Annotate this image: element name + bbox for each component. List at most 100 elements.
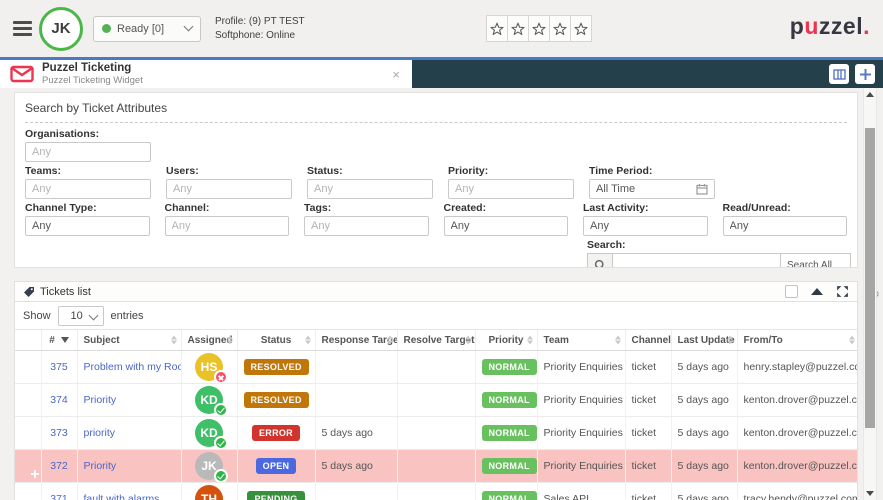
user-avatar[interactable]: JK [39,7,83,51]
star-icon [490,22,504,36]
column-header[interactable]: From/To [737,330,858,351]
filter-input[interactable] [311,220,422,232]
column-header[interactable]: Channel [625,330,671,351]
scroll-up-button[interactable] [864,88,876,101]
filter-field: Status: [307,162,433,199]
ticket-id-link[interactable]: 373 [50,427,68,439]
filter-field: Priority: [448,162,574,199]
star-rating-button[interactable] [486,15,508,42]
channel-cell: ticket [625,450,671,483]
sort-icon [727,336,733,345]
filter-input[interactable] [596,183,696,195]
column-header[interactable]: Subject [77,330,181,351]
filter-input[interactable] [590,220,701,232]
filter-input[interactable] [451,220,562,232]
column-header-label: Subject [84,335,120,346]
ticket-subject-link[interactable]: priority [84,427,116,439]
star-rating-button[interactable] [570,15,592,42]
filter-field: Last Activity: [583,199,708,236]
filter-input[interactable] [173,183,285,195]
filter-field-box [165,216,290,236]
filter-field-label: Last Activity: [583,202,708,214]
select-all-checkbox[interactable] [785,285,798,298]
ticket-subject-link[interactable]: Problem with my Roof [84,361,182,373]
vertical-scrollbar[interactable] [863,88,877,500]
filter-field-box [307,179,433,199]
resolve-target-cell [397,483,475,500]
split-view-button[interactable] [829,64,849,84]
status-badge: PENDING [247,491,304,500]
ticket-subject-link[interactable]: Priority [84,460,117,472]
scroll-down-button[interactable] [864,487,876,500]
expand-fullscreen-icon[interactable] [836,285,849,298]
star-rating-button[interactable] [549,15,571,42]
from-to-cell: kenton.drover@puzzel.com [737,417,858,450]
page-size-select[interactable]: 10 [58,306,104,326]
column-header[interactable]: Priority [475,330,537,351]
agent-status-dropdown[interactable]: Ready [0] [93,16,201,42]
channel-cell: ticket [625,483,671,500]
tab-title: Puzzel Ticketing [42,62,390,75]
channel-cell: ticket [625,417,671,450]
star-rating-button[interactable] [507,15,529,42]
column-header[interactable]: Response Target [315,330,397,351]
last-update-cell: 5 days ago [671,351,737,384]
search-scope-dropdown[interactable]: Search All [781,253,851,268]
ticket-id-link[interactable]: 372 [50,460,68,472]
column-header[interactable]: Team [537,330,625,351]
from-to-cell: tracy.hendy@puzzel.com [737,483,858,500]
ticket-id-link[interactable]: 375 [50,361,68,373]
filter-row: Organisations: [25,125,847,162]
resolve-target-cell [397,417,475,450]
star-rating-button[interactable] [528,15,550,42]
priority-badge: NORMAL [482,359,537,375]
filter-input[interactable] [32,183,144,195]
search-label: Search: [587,239,851,251]
hamburger-menu-icon[interactable] [13,21,32,36]
ticket-subject-link[interactable]: Priority [84,394,117,406]
column-header[interactable]: Status [237,330,315,351]
ticket-row: 374 Priority KD RESOLVED NORMAL Priority… [15,384,858,417]
column-header[interactable]: Assigned [181,330,237,351]
sort-icon [387,336,393,345]
ticket-id-link[interactable]: 374 [50,394,68,406]
scrollbar-thumb[interactable] [865,128,875,428]
ticket-id-link[interactable]: 371 [50,493,68,500]
envelope-icon [10,65,34,83]
tab-puzzel-ticketing[interactable]: Puzzel Ticketing Puzzel Ticketing Widget… [0,60,412,88]
add-tab-button[interactable] [855,64,875,84]
column-header[interactable]: Last Update [671,330,737,351]
column-header[interactable]: Resolve Target [397,330,475,351]
sort-icon [227,336,233,345]
status-badge: RESOLVED [244,359,309,375]
filter-field-label: Users: [166,165,292,177]
column-header-label: Team [544,335,569,346]
filter-field-box [25,179,151,199]
filter-field-box [25,142,151,162]
team-cell: Priority Enquiries [537,384,625,417]
column-header[interactable]: # [41,330,77,351]
entries-label: entries [111,310,144,322]
search-button[interactable] [587,253,613,268]
calendar-icon[interactable] [696,183,708,195]
assignee-avatar: KD [195,419,223,447]
response-target-cell: 5 days ago [315,450,397,483]
search-input[interactable] [613,253,781,268]
filter-input[interactable] [172,220,283,232]
filter-input[interactable] [314,183,426,195]
filter-input[interactable] [32,146,144,158]
ticket-subject-link[interactable]: fault with alarms [84,493,160,500]
filter-field: Channel: [165,199,290,236]
priority-badge: NORMAL [482,392,537,408]
close-icon[interactable]: × [390,67,402,82]
filter-rows: Organisations: Teams: Users: [25,125,847,236]
last-update-cell: 5 days ago [671,417,737,450]
filter-input[interactable] [32,220,143,232]
tab-titles: Puzzel Ticketing Puzzel Ticketing Widget [42,62,390,86]
filter-input[interactable] [455,183,567,195]
column-header[interactable] [15,330,41,351]
filter-input[interactable] [730,220,841,232]
collapse-panel-icon[interactable] [811,288,823,295]
columns-icon [833,68,846,81]
last-update-cell: 5 days ago [671,450,737,483]
